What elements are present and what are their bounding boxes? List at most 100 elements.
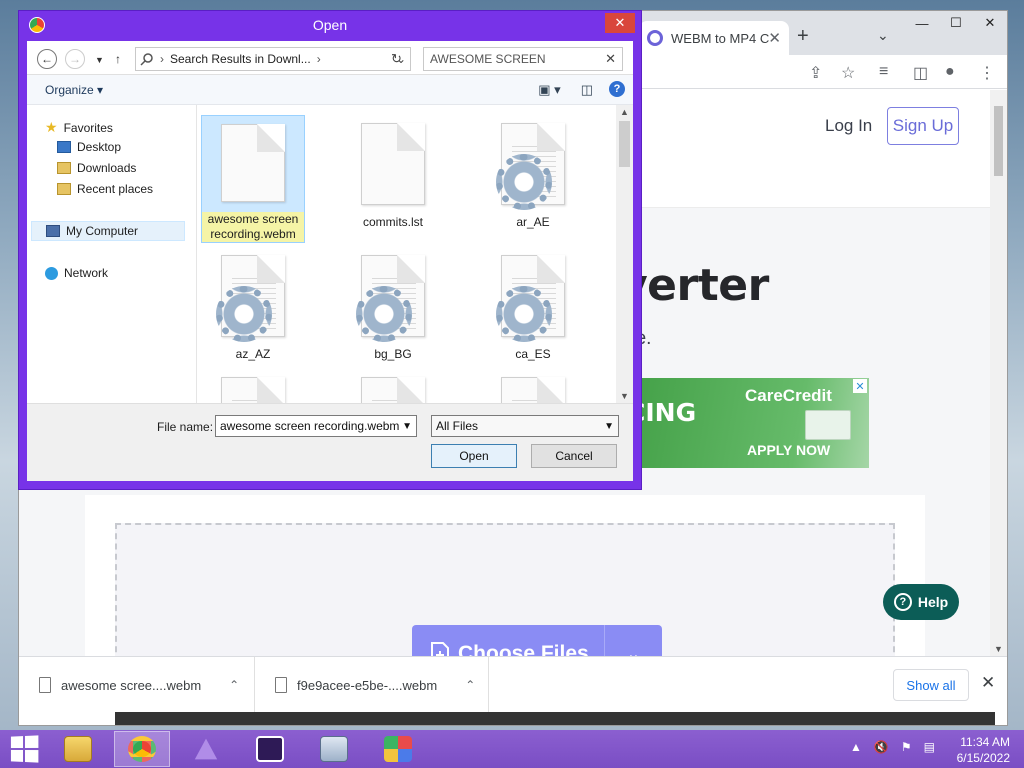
minimize-button[interactable]: — (905, 11, 939, 35)
file-item[interactable]: ar_AE (481, 115, 585, 243)
tab-webm-to-mp4[interactable]: WEBM to MP4 C ✕ (639, 21, 789, 55)
help-icon[interactable]: ? (609, 81, 625, 97)
start-button[interactable] (10, 735, 39, 763)
up-arrow-icon[interactable]: ↑ (115, 52, 121, 66)
dialog-title: Open (312, 17, 348, 33)
back-arrow-icon[interactable]: ← (37, 49, 57, 69)
advertisement[interactable]: CING CareCredit APPLY NOW ✕ (627, 378, 869, 468)
file-item[interactable]: awesome screen recording.webm (201, 115, 305, 243)
config-file-icon (501, 377, 565, 403)
help-label: Help (917, 594, 949, 610)
file-name-field[interactable]: awesome screen recording.webm ▼ (215, 415, 417, 437)
cancel-button[interactable]: Cancel (531, 444, 617, 468)
network-status-icon[interactable]: ▤ (924, 740, 935, 754)
login-link[interactable]: Log In (825, 116, 872, 136)
command-bar: Organize ▾ ▣ ▾ ◫ ? (27, 75, 633, 105)
recent-locations-icon[interactable]: ▼ (95, 55, 104, 65)
file-item[interactable]: bg_BG (341, 247, 445, 375)
media-control-icon[interactable]: ≡ (879, 63, 888, 81)
clock-time: 11:34 AM (960, 735, 1010, 749)
nav-favorites[interactable]: ★ Favorites (45, 119, 113, 136)
choose-files-button[interactable]: Choose Files ⌄ (412, 625, 662, 656)
tab-search-icon[interactable]: ⌄ (877, 27, 889, 44)
star-icon[interactable]: ☆ (841, 63, 855, 83)
file-item[interactable] (341, 369, 445, 403)
profile-icon[interactable]: ● (945, 63, 955, 81)
close-tab-icon[interactable]: ✕ (768, 29, 781, 47)
ad-close-icon[interactable]: ✕ (853, 379, 867, 393)
credit-card-icon (805, 410, 851, 440)
choose-files-label: Choose Files (458, 642, 589, 656)
choose-source-dropdown[interactable]: ⌄ (604, 625, 662, 656)
breadcrumb-arrow-icon[interactable]: › (317, 52, 321, 66)
file-explorer-icon[interactable] (50, 731, 106, 767)
chevron-up-icon[interactable]: ⌃ (465, 678, 475, 692)
new-tab-button[interactable]: + (797, 25, 809, 48)
blank-file-icon (361, 123, 425, 205)
download-item[interactable]: f9e9acee-e5be-....webm ⌃ (255, 657, 489, 713)
kebab-menu-icon[interactable]: ⋮ (979, 63, 995, 83)
file-name: ca_ES (515, 347, 551, 361)
page-scrollbar[interactable]: ▼ (990, 90, 1007, 656)
signup-button[interactable]: Sign Up (887, 107, 959, 145)
search-input[interactable]: AWESOME SCREEN ✕ (423, 47, 623, 71)
chevron-down-icon[interactable]: ▼ (402, 421, 416, 432)
file-item[interactable] (481, 369, 585, 403)
download-filename: awesome scree....webm (61, 677, 202, 693)
forward-arrow-icon[interactable]: → (65, 49, 85, 69)
nav-recent-places[interactable]: Recent places (57, 182, 153, 196)
chevron-down-icon[interactable]: ▼ (604, 421, 618, 432)
file-icon (39, 677, 51, 693)
ad-cta[interactable]: APPLY NOW (747, 442, 830, 458)
download-item[interactable]: awesome scree....webm ⌃ (19, 657, 255, 713)
chevron-up-icon[interactable]: ⌃ (229, 678, 239, 692)
file-list-scrollbar[interactable]: ▲ ▼ (616, 105, 633, 403)
volume-muted-icon[interactable]: 🔇 (874, 740, 889, 754)
scroll-thumb[interactable] (619, 121, 630, 167)
nav-my-computer[interactable]: My Computer (31, 221, 185, 241)
scroll-thumb[interactable] (994, 106, 1003, 176)
monitor-app-icon[interactable] (306, 731, 362, 767)
close-window-button[interactable]: ✕ (973, 11, 1007, 35)
action-center-icon[interactable]: ⚑ (901, 740, 912, 754)
open-button[interactable]: Open (431, 444, 517, 468)
close-downloads-icon[interactable]: ✕ (981, 673, 995, 693)
dropzone[interactable]: Choose Files ⌄ (115, 523, 895, 656)
file-type-value: All Files (436, 419, 479, 433)
config-file-icon (216, 255, 285, 342)
file-item[interactable]: commits.lst (341, 115, 445, 243)
file-icon (275, 677, 287, 693)
file-type-select[interactable]: All Files ▼ (431, 415, 619, 437)
scroll-down-arrow-icon[interactable]: ▼ (994, 644, 1003, 654)
file-item[interactable]: ca_ES (481, 247, 585, 375)
show-hidden-icons[interactable]: ▲ (850, 740, 862, 754)
purple-app-icon[interactable] (178, 731, 234, 767)
preview-pane-icon[interactable]: ◫ (581, 82, 593, 98)
maximize-button[interactable]: ☐ (939, 11, 973, 35)
dialog-footer: File name: awesome screen recording.webm… (27, 403, 633, 481)
address-bar[interactable]: › Search Results in Downl... › ⌄ (135, 47, 411, 71)
nav-desktop[interactable]: Desktop (57, 140, 121, 154)
scroll-up-arrow-icon[interactable]: ▲ (620, 107, 629, 117)
page-bottom-strip (115, 712, 995, 725)
nav-downloads[interactable]: Downloads (57, 161, 136, 175)
share-icon[interactable]: ⇪ (809, 63, 822, 83)
clear-search-icon[interactable]: ✕ (605, 51, 622, 67)
file-item[interactable]: az_AZ (201, 247, 305, 375)
game-app-icon[interactable] (370, 731, 426, 767)
clock[interactable]: 11:34 AM 6/15/2022 (950, 734, 1010, 766)
dialog-close-button[interactable]: ✕ (605, 13, 635, 33)
help-button[interactable]: ? Help (883, 584, 959, 620)
show-all-button[interactable]: Show all (893, 669, 969, 701)
cat-app-icon[interactable] (242, 731, 298, 767)
refresh-icon[interactable]: ↻ (391, 51, 402, 67)
computer-icon (46, 225, 60, 237)
scroll-down-arrow-icon[interactable]: ▼ (620, 391, 629, 401)
chrome-taskbar-icon[interactable] (114, 731, 170, 767)
file-item[interactable] (201, 369, 305, 403)
organize-menu[interactable]: Organize ▾ (45, 83, 103, 97)
side-panel-icon[interactable]: ◫ (913, 63, 928, 83)
change-view-icon[interactable]: ▣ ▾ (538, 82, 560, 98)
nav-network[interactable]: Network (45, 266, 108, 280)
search-value: AWESOME SCREEN (430, 52, 546, 66)
